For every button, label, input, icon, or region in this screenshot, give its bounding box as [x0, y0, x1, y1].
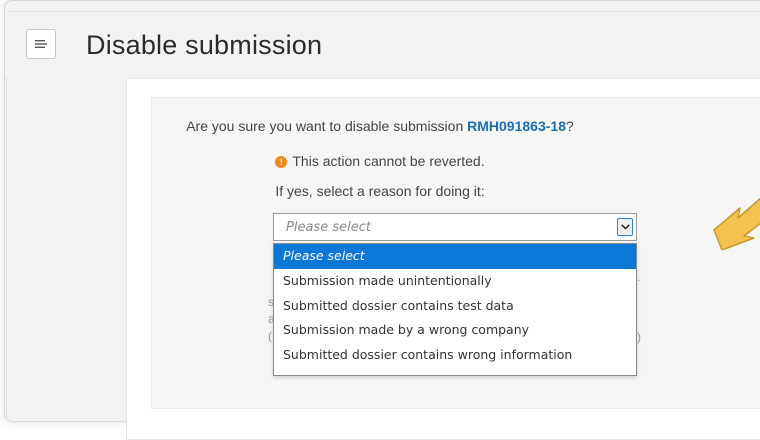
hamburger-menu-icon	[35, 40, 47, 48]
reason-select-value: Please select	[286, 220, 371, 235]
dropdown-toggle-button[interactable]	[617, 218, 633, 236]
chevron-down-icon	[620, 224, 630, 230]
hidden-form-text: .	[637, 270, 641, 284]
dropdown-option-wrong-company[interactable]: Submission made by a wrong company	[274, 318, 636, 343]
warning-message: ! This action cannot be reverted.	[0, 153, 760, 169]
dropdown-option-please-select[interactable]: Please select	[274, 244, 636, 269]
confirm-question: Are you sure you want to disable submiss…	[0, 118, 760, 134]
hidden-form-text: )	[637, 330, 641, 344]
pointer-arrow-icon	[713, 197, 760, 250]
reason-dropdown-list: Please select Submission made unintentio…	[273, 243, 637, 376]
reason-select[interactable]: Please select	[273, 213, 637, 241]
reason-prompt: If yes, select a reason for doing it:	[275, 183, 485, 199]
warning-text: This action cannot be reverted.	[292, 153, 485, 169]
dropdown-option-test-data[interactable]: Submitted dossier contains test data	[274, 294, 636, 319]
question-suffix: ?	[565, 118, 574, 134]
question-prefix: Are you sure you want to disable submiss…	[186, 118, 468, 134]
hidden-form-text: (	[268, 329, 272, 343]
dropdown-option-wrong-information[interactable]: Submitted dossier contains wrong informa…	[274, 343, 636, 368]
page-title: Disable submission	[86, 30, 323, 60]
dropdown-option-unintentional[interactable]: Submission made unintentionally	[274, 269, 636, 294]
submission-id-link[interactable]: RMH091863-18	[467, 118, 566, 134]
top-divider	[5, 11, 760, 12]
warning-circle-icon: !	[275, 156, 288, 168]
menu-toggle-button[interactable]	[26, 29, 56, 59]
